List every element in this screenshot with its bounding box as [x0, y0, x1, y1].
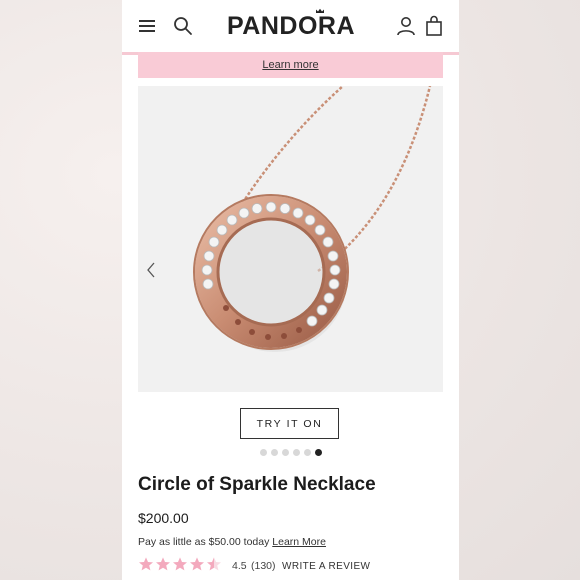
- try-it-on-button[interactable]: TRY IT ON: [240, 408, 339, 439]
- carousel-dot[interactable]: [304, 449, 311, 456]
- star-icon: [139, 557, 153, 571]
- installment-info: Pay as little as $50.00 today Learn More: [138, 536, 326, 548]
- carousel-dot[interactable]: [260, 449, 267, 456]
- half-star-icon: [207, 557, 221, 571]
- star-rating[interactable]: [138, 556, 222, 572]
- menu-icon[interactable]: [138, 14, 162, 38]
- account-icon[interactable]: [394, 14, 418, 38]
- banner-learn-more-link[interactable]: Learn more: [262, 59, 318, 71]
- installment-learn-more-link[interactable]: Learn More: [272, 536, 326, 548]
- product-rating: 4.5 (130) WRITE A REVIEW: [138, 556, 458, 576]
- site-header: PANDORA: [122, 0, 459, 55]
- chevron-left-icon[interactable]: [144, 261, 158, 279]
- pandora-logo[interactable]: PANDORA: [226, 12, 356, 41]
- carousel-dot[interactable]: [271, 449, 278, 456]
- carousel-dot-active[interactable]: [315, 449, 322, 456]
- rating-value: 4.5: [232, 560, 247, 572]
- product-title: Circle of Sparkle Necklace: [138, 474, 376, 495]
- star-icon: [190, 557, 204, 571]
- promo-banner: Learn more: [138, 52, 443, 78]
- carousel-dot[interactable]: [293, 449, 300, 456]
- carousel-dots: [260, 449, 330, 457]
- review-count[interactable]: (130): [251, 560, 276, 572]
- product-page: PANDORA Learn more TRY IT ON Circle of S…: [122, 0, 459, 580]
- write-review-link[interactable]: WRITE A REVIEW: [282, 561, 370, 572]
- installment-text: Pay as little as $50.00 today: [138, 536, 270, 548]
- necklace-image: [193, 85, 432, 352]
- product-price: $200.00: [138, 510, 189, 526]
- product-image[interactable]: [138, 85, 443, 392]
- star-icon: [156, 557, 170, 571]
- search-icon[interactable]: [171, 14, 195, 38]
- carousel-dot[interactable]: [282, 449, 289, 456]
- bag-icon[interactable]: [422, 14, 446, 38]
- crown-icon: [316, 8, 324, 13]
- star-icon: [173, 557, 187, 571]
